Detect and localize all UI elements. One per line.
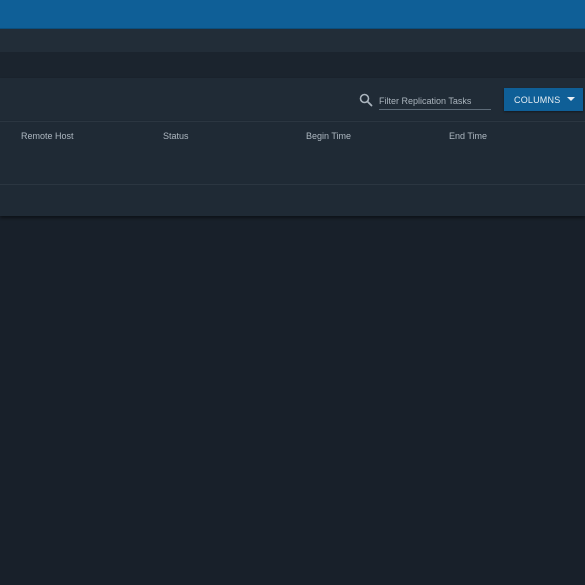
replication-tasks-card: Remote Host Status Begin Time End Time xyxy=(0,78,585,216)
table-header-row: Remote Host Status Begin Time End Time xyxy=(0,121,585,152)
page-header-area xyxy=(0,52,585,78)
breadcrumb-bar xyxy=(0,29,585,52)
column-header-begin-time[interactable]: Begin Time xyxy=(306,131,351,141)
column-header-status[interactable]: Status xyxy=(163,131,189,141)
table-row xyxy=(0,185,585,216)
search-icon xyxy=(359,93,373,107)
table-toolbar xyxy=(0,78,585,120)
column-header-remote-host[interactable]: Remote Host xyxy=(21,131,74,141)
table-row xyxy=(0,151,585,185)
column-header-end-time[interactable]: End Time xyxy=(449,131,487,141)
columns-button-label: COLUMNS xyxy=(514,94,561,105)
top-app-bar xyxy=(0,0,585,29)
filter-replication-tasks-input[interactable] xyxy=(379,92,491,110)
columns-button[interactable]: COLUMNS xyxy=(504,88,583,111)
caret-down-icon xyxy=(567,97,575,101)
